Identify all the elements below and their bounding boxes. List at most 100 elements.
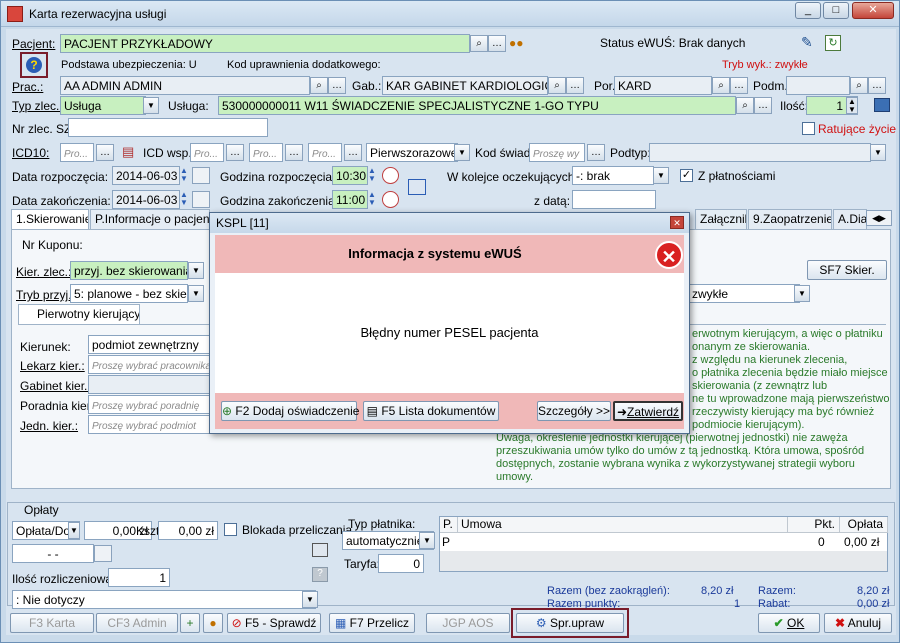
oplata-dropdown-icon[interactable]: ▼ [68, 522, 80, 539]
jedn-field[interactable]: Proszę wybrać podmiot [88, 415, 216, 434]
queue-dropdown-icon[interactable]: ▼ [653, 167, 669, 184]
start-date-field[interactable]: 2014-06-03 [112, 166, 180, 185]
end-clock-icon[interactable] [382, 191, 399, 208]
f7-recalc-button[interactable]: ▦ F7 Przelicz [329, 613, 415, 633]
order-type-select[interactable]: Usługa [60, 96, 146, 115]
schedule-icon[interactable] [408, 179, 426, 195]
first-time-dropdown-icon[interactable]: ▼ [454, 144, 470, 161]
start-calendar-icon[interactable] [192, 167, 210, 184]
book-icon[interactable]: ▤ [122, 144, 138, 160]
payment-calendar-icon[interactable] [94, 545, 112, 562]
gab-field[interactable]: KAR GABINET KARDIOLOGICZN [382, 76, 548, 95]
poradnia-field[interactable]: Proszę wybrać poradnię [88, 395, 216, 414]
staff-more-button[interactable]: … [328, 77, 346, 94]
kier-select[interactable]: przyj. bez skierowania [70, 261, 188, 280]
podm-field[interactable] [786, 76, 850, 95]
icd-wsp-more-3[interactable]: … [344, 144, 362, 161]
details-button[interactable]: Szczegóły >> [537, 401, 611, 421]
lekarz-field[interactable]: Proszę wybrać pracownika [88, 355, 216, 374]
tab-supply[interactable]: 9.Zaopatrzenie [748, 209, 832, 229]
icd-wsp-more-2[interactable]: … [285, 144, 303, 161]
order-type-dropdown-icon[interactable]: ▼ [143, 97, 159, 114]
start-date-spinner[interactable]: ▲ ▼ [180, 167, 192, 184]
add-statement-button[interactable]: ⊕ F2 Dodaj oświadczenie [221, 401, 359, 421]
qty-spinner[interactable]: ▲ ▼ [846, 97, 858, 114]
dialog-close-button[interactable]: ✕ [670, 216, 684, 229]
end-time-spinner[interactable]: ▲ ▼ [368, 191, 380, 208]
podm-search-icon[interactable]: ⌕ [850, 77, 868, 94]
kod-swiad-field[interactable]: Proszę wy [529, 143, 585, 162]
mode-select[interactable]: zwykłe [688, 284, 800, 303]
applicability-dropdown-icon[interactable]: ▼ [302, 591, 318, 608]
refresh-icon[interactable]: ↻ [825, 35, 841, 51]
mode-dropdown-icon[interactable]: ▼ [794, 285, 810, 302]
staff-search-icon[interactable]: ⌕ [310, 77, 328, 94]
paid-checkbox[interactable]: ✓ [680, 169, 693, 182]
tab-skierowanie[interactable]: 1.Skierowanie [11, 209, 89, 230]
confirm-button[interactable]: ➜Zatwierdź [613, 401, 683, 421]
start-time-field[interactable]: 10:30 [332, 166, 368, 185]
tab-scroll-arrows[interactable]: ◀▶ [866, 210, 892, 226]
document-list-button[interactable]: ▤ F5 Lista dokumentów [363, 401, 499, 421]
gabinet-field[interactable] [88, 375, 216, 394]
patient-more-button[interactable]: … [488, 35, 506, 52]
patient-search-icon[interactable]: ⌕ [470, 35, 488, 52]
service-search-icon[interactable]: ⌕ [736, 97, 754, 114]
end-calendar-icon[interactable] [192, 191, 210, 208]
podtyp-select[interactable] [649, 143, 871, 162]
people-icon[interactable]: ●● [509, 36, 527, 50]
icd-wsp-more-1[interactable]: … [226, 144, 244, 161]
check-rights-button[interactable]: ⚙ Spr.upraw [516, 613, 624, 633]
start-time-spinner[interactable]: ▲ ▼ [368, 167, 380, 184]
por-search-icon[interactable]: ⌕ [712, 77, 730, 94]
add-person-icon[interactable]: + [180, 613, 200, 633]
service-more-button[interactable]: … [754, 97, 772, 114]
icd-wsp-field-1[interactable]: Pro... [190, 143, 224, 162]
gab-more-button[interactable]: … [566, 77, 584, 94]
user-edit-icon[interactable]: ✎ [801, 34, 819, 52]
tab-patient-info[interactable]: P.Informacje o pacjencie [90, 209, 210, 229]
ok-button[interactable]: ✔ OK [758, 613, 820, 633]
jgp-aos-button[interactable]: JGP AOS [426, 613, 510, 633]
cancel-button[interactable]: ✖ Anuluj [824, 613, 892, 633]
end-date-spinner[interactable]: ▲ ▼ [180, 191, 192, 208]
end-date-field[interactable]: 2014-06-03 [112, 190, 180, 209]
grid-icon[interactable] [312, 543, 328, 557]
patient-field[interactable]: PACJENT PRZYKŁADOWY [60, 34, 470, 53]
cf3-admin-button[interactable]: CF3 Admin [96, 613, 178, 633]
applicability-select[interactable]: : Nie dotyczy [12, 590, 316, 609]
payer-type-dropdown-icon[interactable]: ▼ [419, 532, 435, 549]
sf7-referral-button[interactable]: SF7 Skier. [807, 260, 887, 280]
tab-dia[interactable]: A.Dia [833, 209, 867, 229]
gab-search-icon[interactable]: ⌕ [548, 77, 566, 94]
kier-dropdown-icon[interactable]: ▼ [188, 262, 204, 279]
staff-field[interactable]: AA ADMIN ADMIN [60, 76, 310, 95]
date-field[interactable]: - - [12, 544, 94, 563]
ksz-field[interactable]: 0,00 zł [158, 521, 218, 540]
help-gray-icon[interactable]: ? [312, 567, 328, 582]
minimize-button[interactable]: _ [795, 2, 821, 19]
close-button[interactable]: ✕ [852, 2, 894, 19]
tryb-dropdown-icon[interactable]: ▼ [188, 285, 204, 302]
kod-swiad-more[interactable]: … [587, 144, 605, 161]
podtyp-dropdown-icon[interactable]: ▼ [870, 144, 886, 161]
service-field[interactable]: 530000000011 W11 ŚWIADCZENIE SPECJALISTY… [218, 96, 736, 115]
por-field[interactable]: KARD [614, 76, 712, 95]
start-clock-icon[interactable] [382, 167, 399, 184]
block-checkbox[interactable] [224, 523, 237, 536]
end-time-field[interactable]: 11:00 [332, 190, 368, 209]
icd-wsp-field-2[interactable]: Pro... [249, 143, 283, 162]
tab-attachments[interactable]: Załączniki [695, 209, 747, 229]
subtab-primary[interactable]: Pierwotny kierujący [18, 304, 140, 324]
icd-wsp-field-3[interactable]: Pro... [308, 143, 342, 162]
nr-field[interactable] [68, 118, 268, 137]
queue-select[interactable]: -: brak [572, 166, 654, 185]
f3-card-button[interactable]: F3 Karta [10, 613, 94, 633]
kierunek-field[interactable]: podmiot zewnętrzny [88, 335, 216, 354]
taryfa-field[interactable]: 0 [378, 554, 424, 573]
por-more-button[interactable]: … [730, 77, 748, 94]
count-field[interactable]: 1 [108, 568, 170, 587]
question-icon[interactable]: ? [26, 57, 42, 73]
tryb-select[interactable]: 5: planowe - bez skier. [70, 284, 188, 303]
table-icon[interactable] [874, 98, 890, 112]
